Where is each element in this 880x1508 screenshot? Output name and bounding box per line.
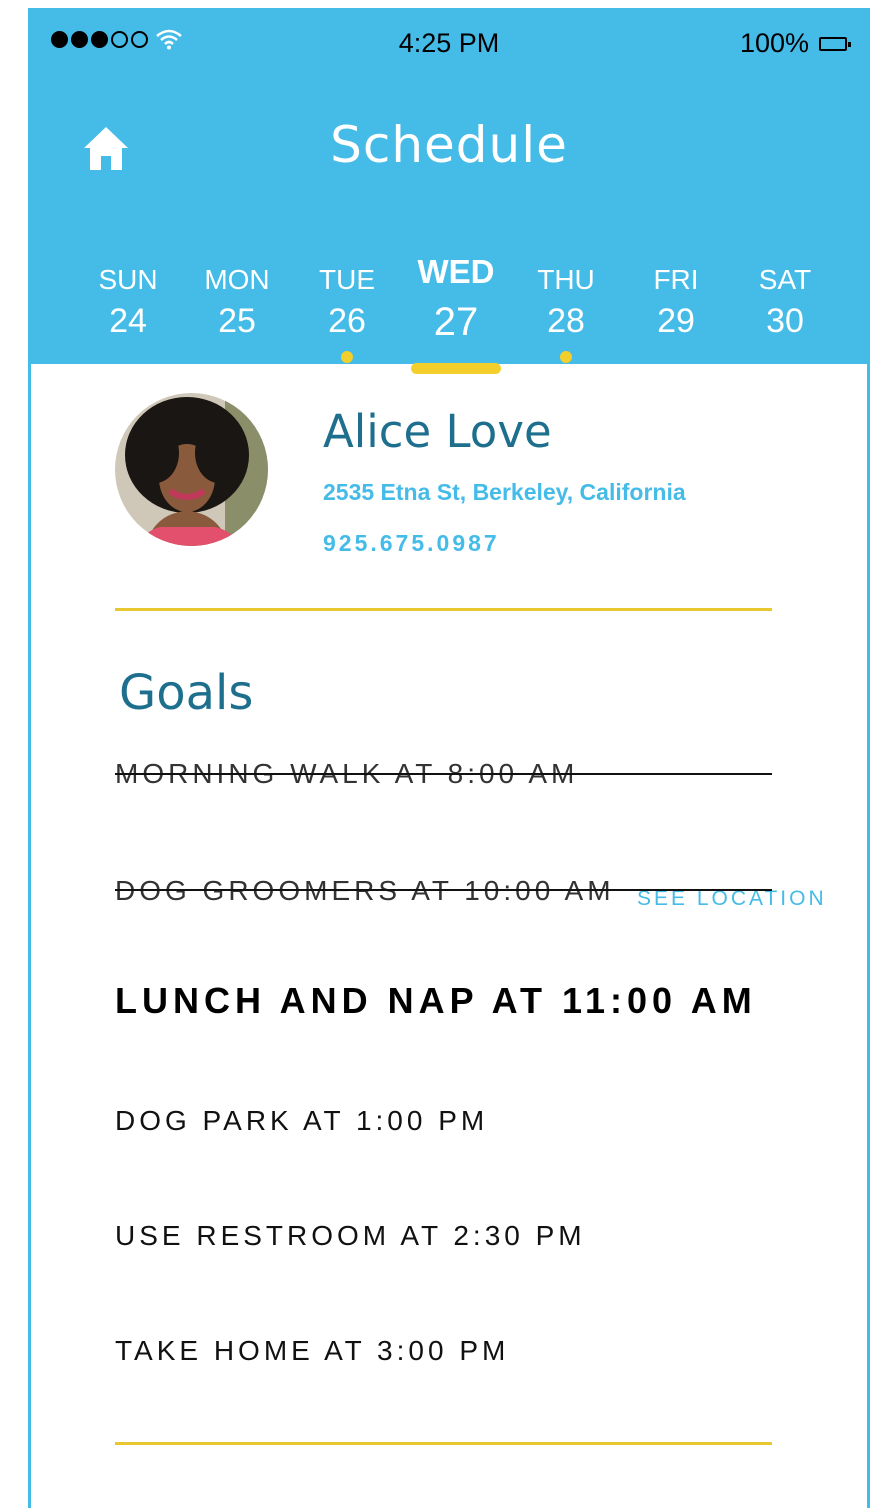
day-tue[interactable]: TUE 26 (302, 263, 392, 363)
app-frame: 4:25 PM 100% Schedule SUN 24 MON 25 TUE … (28, 8, 870, 1508)
day-date: 25 (218, 302, 256, 340)
battery-status: 100% (739, 28, 851, 59)
header: 4:25 PM 100% Schedule SUN 24 MON 25 TUE … (31, 8, 867, 374)
day-sat[interactable]: SAT 30 (740, 263, 830, 341)
day-date: 28 (547, 302, 585, 340)
day-name: SUN (98, 264, 158, 295)
client-phone[interactable]: 925.675.0987 (323, 530, 500, 557)
goal-item[interactable]: DOG GROOMERS AT 10:00 AM (115, 875, 615, 907)
day-name: THU (537, 264, 595, 295)
goal-item[interactable]: USE RESTROOM AT 2:30 PM (115, 1220, 586, 1252)
day-date: 27 (433, 300, 479, 344)
goals-title: Goals (119, 665, 254, 721)
day-date: 24 (109, 302, 147, 340)
day-thu[interactable]: THU 28 (521, 263, 611, 363)
day-name: WED (417, 253, 495, 290)
week-day-selector: SUN 24 MON 25 TUE 26 WED 27 THU 28 FRI 2… (31, 255, 867, 374)
divider (115, 608, 772, 611)
day-date: 30 (766, 302, 804, 340)
day-mon[interactable]: MON 25 (192, 263, 282, 341)
battery-icon (819, 36, 851, 51)
client-name: Alice Love (323, 405, 552, 458)
day-wed[interactable]: WED 27 (411, 255, 501, 374)
day-name: TUE (319, 264, 375, 295)
goal-item[interactable]: TAKE HOME AT 3:00 PM (115, 1335, 509, 1367)
event-indicator-dot (560, 351, 572, 363)
day-fri[interactable]: FRI 29 (631, 263, 721, 341)
goal-item-current[interactable]: LUNCH AND NAP AT 11:00 AM (115, 980, 757, 1022)
client-address[interactable]: 2535 Etna St, Berkeley, California (323, 479, 686, 506)
day-name: SAT (758, 264, 812, 295)
day-sun[interactable]: SUN 24 (83, 263, 173, 341)
strikethrough-line (115, 773, 772, 775)
page-title: Schedule (330, 116, 568, 174)
profile-photo (115, 393, 268, 546)
day-date: 29 (657, 302, 695, 340)
selected-day-indicator (411, 363, 501, 374)
event-indicator-dot (341, 351, 353, 363)
day-name: FRI (653, 264, 699, 295)
battery-percent: 100% (739, 28, 809, 58)
day-date: 26 (328, 302, 366, 340)
strikethrough-line (115, 889, 772, 891)
avatar[interactable] (115, 393, 268, 546)
goal-item[interactable]: DOG PARK AT 1:00 PM (115, 1105, 488, 1137)
day-name: MON (204, 264, 270, 295)
divider (115, 1442, 772, 1445)
